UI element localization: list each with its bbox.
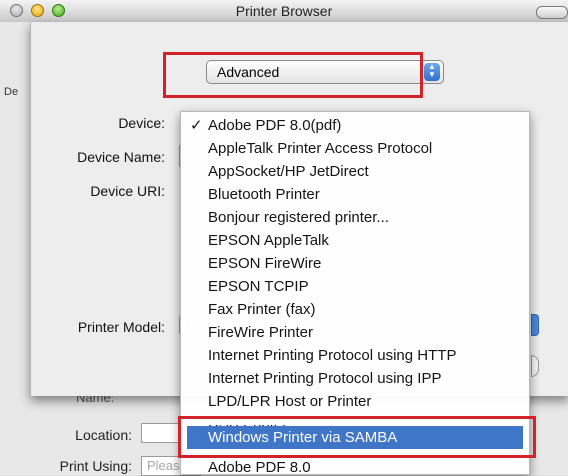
menu-item-appsocket-hp-jetdirect[interactable]: AppSocket/HP JetDirect — [181, 160, 529, 183]
print-using-label: Print Using: — [59, 458, 132, 474]
menu-item-label: Bluetooth Printer — [208, 186, 320, 203]
window-title: Printer Browser — [235, 3, 333, 19]
menu-item-firewire-printer[interactable]: FireWire Printer — [181, 321, 529, 344]
menu-item-label: Internet Printing Protocol using IPP — [208, 370, 442, 387]
menu-item-label: AppleTalk Printer Access Protocol — [208, 140, 433, 157]
menu-item-label: Adobe PDF 8.0 — [208, 459, 311, 475]
menu-item-adobe-pdf-8-0[interactable]: Adobe PDF 8.0 — [181, 456, 529, 475]
printer-model-label: Printer Model: — [77, 319, 165, 335]
printer-model-popup-arrows[interactable] — [531, 314, 539, 336]
menu-item-label: Adobe PDF 8.0(pdf) — [208, 117, 342, 134]
tab-fragment[interactable]: De — [4, 86, 18, 98]
menu-item-label: FireWire Printer — [208, 324, 314, 341]
menu-item-fax-printer-fax[interactable]: Fax Printer (fax) — [181, 298, 529, 321]
window-titlebar[interactable]: Printer Browser — [0, 0, 568, 23]
menu-item-label: EPSON TCPIP — [208, 278, 309, 295]
menu-item-label: Bonjour registered printer... — [208, 209, 389, 226]
menu-item-label: EPSON AppleTalk — [208, 232, 329, 249]
menu-item-label: AppSocket/HP JetDirect — [208, 163, 369, 180]
menu-item-label: Fax Printer (fax) — [208, 301, 316, 318]
menu-item-internet-printing-protocol-using-ipp[interactable]: Internet Printing Protocol using IPP — [181, 367, 529, 390]
menu-item-lpd-lpr-host-or-printer[interactable]: LPD/LPR Host or Printer — [181, 390, 529, 413]
menu-item-label: EPSON FireWire — [208, 255, 322, 272]
menu-item-epson-appletalk[interactable]: EPSON AppleTalk — [181, 229, 529, 252]
highlight-box-samba — [178, 416, 536, 458]
menu-item-bonjour-registered-printer[interactable]: Bonjour registered printer... — [181, 206, 529, 229]
location-label: Location: — [75, 427, 132, 443]
sheet-button-edge[interactable] — [531, 355, 539, 377]
menu-item-label: Internet Printing Protocol using HTTP — [208, 347, 457, 364]
menu-item-internet-printing-protocol-using-http[interactable]: Internet Printing Protocol using HTTP — [181, 344, 529, 367]
menu-item-epson-firewire[interactable]: EPSON FireWire — [181, 252, 529, 275]
menu-item-appletalk-printer-access-protocol[interactable]: AppleTalk Printer Access Protocol — [181, 137, 529, 160]
device-label: Device: — [118, 115, 165, 131]
menu-item-epson-tcpip[interactable]: EPSON TCPIP — [181, 275, 529, 298]
menu-item-bluetooth-printer[interactable]: Bluetooth Printer — [181, 183, 529, 206]
popup-arrows-icon: ▲ ▼ — [424, 63, 440, 81]
highlight-box-mode — [163, 52, 423, 98]
device-uri-label: Device URI: — [90, 183, 165, 199]
device-name-label: Device Name: — [77, 149, 165, 165]
menu-item-label: LPD/LPR Host or Printer — [208, 393, 372, 410]
menu-item-adobe-pdf-8-0-pdf[interactable]: ✓ Adobe PDF 8.0(pdf) — [181, 114, 529, 137]
toolbar-toggle-button[interactable] — [536, 6, 568, 19]
checkmark-icon: ✓ — [190, 117, 203, 134]
